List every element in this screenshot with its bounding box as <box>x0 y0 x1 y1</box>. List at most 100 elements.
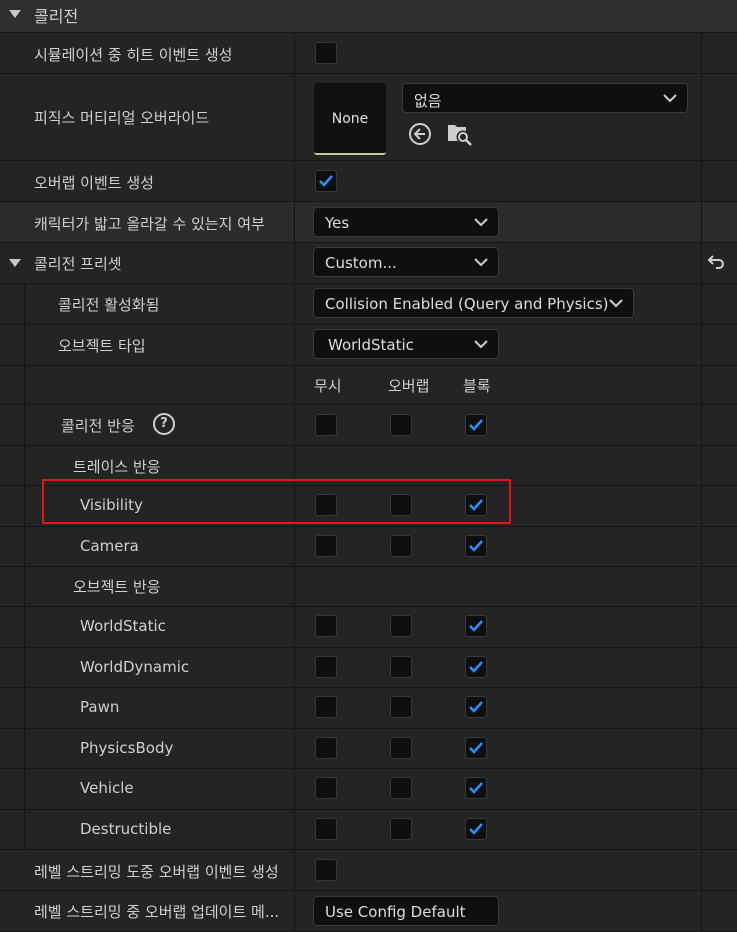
all-block-checkbox[interactable] <box>465 414 487 436</box>
overlap-checkbox[interactable] <box>390 615 412 637</box>
collision-preset-combo[interactable]: Custom... <box>313 247 499 277</box>
material-combo[interactable]: 없음 <box>402 83 688 113</box>
row-collision-preset: 콜리전 프리셋 Custom... <box>0 243 737 284</box>
material-thumbnail[interactable]: None <box>314 83 386 155</box>
ignore-checkbox[interactable] <box>315 655 337 678</box>
ignore-checkbox[interactable] <box>315 615 337 637</box>
can-step-up-combo[interactable]: Yes <box>313 207 499 237</box>
row-update-overlaps: 레벨 스트리밍 중 오버랩 업데이트 메... Use Config Defau… <box>0 891 737 932</box>
help-icon[interactable]: ? <box>153 413 175 435</box>
level-streaming-checkbox[interactable] <box>315 859 337 881</box>
ignore-checkbox[interactable] <box>315 534 337 557</box>
ignore-checkbox[interactable] <box>315 817 337 840</box>
row-level-streaming: 레벨 스트리밍 도중 오버랩 이벤트 생성 <box>0 850 737 891</box>
overlap-checkbox[interactable] <box>390 777 412 799</box>
block-checkbox[interactable] <box>465 534 487 557</box>
row-collision-responses: 콜리전 반응 <box>0 405 737 446</box>
chevron-down-icon <box>474 340 488 349</box>
collision-responses-label: 콜리전 반응 <box>61 417 135 435</box>
object-responses-label: 오브젝트 반응 <box>73 578 161 596</box>
sim-hit-checkbox[interactable] <box>315 42 337 64</box>
response-row: Pawn <box>0 688 737 729</box>
object-type-label: 오브젝트 타입 <box>58 337 146 355</box>
block-checkbox[interactable] <box>465 655 487 678</box>
checkmark-icon <box>469 782 483 794</box>
column-ignore: 무시 <box>314 377 342 395</box>
block-checkbox[interactable] <box>465 777 487 799</box>
response-row: Vehicle <box>0 769 737 810</box>
response-row: Destructible <box>0 809 737 850</box>
object-type-value: WorldStatic <box>328 336 414 354</box>
thumbnail-text: None <box>331 111 369 127</box>
level-streaming-label: 레벨 스트리밍 도중 오버랩 이벤트 생성 <box>34 863 279 881</box>
collision-enabled-value: Collision Enabled (Query and Physics) <box>325 295 609 313</box>
row-can-step-up: 캐릭터가 밟고 올라갈 수 있는지 여부 Yes <box>0 202 737 243</box>
ignore-checkbox[interactable] <box>315 777 337 799</box>
section-header-collision[interactable]: 콜리전 <box>0 0 737 33</box>
collision-enabled-label: 콜리전 활성화됨 <box>58 296 160 314</box>
highlight-box <box>42 479 511 524</box>
details-panel: 콜리전 시뮬레이션 중 히트 이벤트 생성 피직스 머티리얼 오버라이드 Non… <box>0 0 737 932</box>
row-sim-hit: 시뮬레이션 중 히트 이벤트 생성 <box>0 33 737 74</box>
response-row: WorldDynamic <box>0 647 737 688</box>
ignore-checkbox[interactable] <box>315 696 337 718</box>
response-row: PhysicsBody <box>0 728 737 769</box>
collision-enabled-combo[interactable]: Collision Enabled (Query and Physics) <box>313 288 634 318</box>
channel-name: WorldDynamic <box>80 657 190 676</box>
response-row: Camera <box>0 526 737 567</box>
column-overlap: 오버랩 <box>388 377 430 395</box>
overlap-checkbox[interactable] <box>390 696 412 718</box>
use-selected-asset-icon[interactable] <box>408 122 432 146</box>
object-type-combo[interactable]: WorldStatic <box>313 329 499 359</box>
overlap-checkbox[interactable] <box>390 736 412 759</box>
collision-preset-value: Custom... <box>325 254 397 272</box>
browse-asset-icon[interactable] <box>446 121 474 147</box>
ignore-checkbox[interactable] <box>315 736 337 759</box>
column-block: 블록 <box>463 377 491 395</box>
response-row: WorldStatic <box>0 607 737 648</box>
checkmark-icon <box>469 741 483 754</box>
row-response-columns <box>0 366 737 405</box>
overlap-checkbox[interactable] <box>390 655 412 678</box>
reset-to-default-icon[interactable] <box>707 254 725 270</box>
overlap-checkbox[interactable] <box>390 817 412 840</box>
collapse-arrow-icon[interactable] <box>9 10 21 18</box>
overlap-checkbox[interactable] <box>390 534 412 557</box>
row-object-responses: 오브젝트 반응 <box>0 567 737 607</box>
material-combo-value: 없음 <box>414 92 442 110</box>
block-checkbox[interactable] <box>465 696 487 718</box>
all-ignore-checkbox[interactable] <box>315 414 337 436</box>
block-checkbox[interactable] <box>465 817 487 840</box>
chevron-down-icon <box>663 94 677 103</box>
collision-preset-label: 콜리전 프리셋 <box>34 255 122 273</box>
block-checkbox[interactable] <box>465 615 487 637</box>
row-collision-enabled: 콜리전 활성화됨 Collision Enabled (Query and Ph… <box>0 284 737 325</box>
channel-name: Pawn <box>80 698 120 716</box>
overlap-events-checkbox[interactable] <box>315 170 337 192</box>
chevron-down-icon <box>609 299 623 308</box>
checkmark-icon <box>319 175 333 187</box>
channel-name: PhysicsBody <box>80 738 174 757</box>
update-overlaps-value: Use Config Default <box>325 903 466 921</box>
checkmark-icon <box>469 539 483 552</box>
row-overlap-events: 오버랩 이벤트 생성 <box>0 161 737 202</box>
update-overlaps-combo[interactable]: Use Config Default <box>313 896 499 926</box>
sim-hit-label: 시뮬레이션 중 히트 이벤트 생성 <box>34 46 233 64</box>
physics-material-label: 피직스 머티리얼 오버라이드 <box>34 109 210 127</box>
overlap-events-label: 오버랩 이벤트 생성 <box>34 174 154 192</box>
channel-name: Camera <box>80 536 139 555</box>
checkmark-icon <box>469 620 483 632</box>
checkmark-icon <box>469 660 483 673</box>
chevron-down-icon <box>474 218 488 227</box>
trace-responses-label: 트레이스 반응 <box>73 458 161 476</box>
channel-name: Destructible <box>80 819 172 838</box>
row-object-type: 오브젝트 타입 WorldStatic <box>0 325 737 366</box>
update-overlaps-label: 레벨 스트리밍 중 오버랩 업데이트 메... <box>34 903 280 921</box>
chevron-down-icon <box>474 258 488 267</box>
expand-arrow-icon[interactable] <box>9 259 21 267</box>
checkmark-icon <box>469 822 483 835</box>
checkmark-icon <box>469 701 483 713</box>
can-step-up-label: 캐릭터가 밟고 올라갈 수 있는지 여부 <box>34 215 265 233</box>
block-checkbox[interactable] <box>465 736 487 759</box>
all-overlap-checkbox[interactable] <box>390 414 412 436</box>
